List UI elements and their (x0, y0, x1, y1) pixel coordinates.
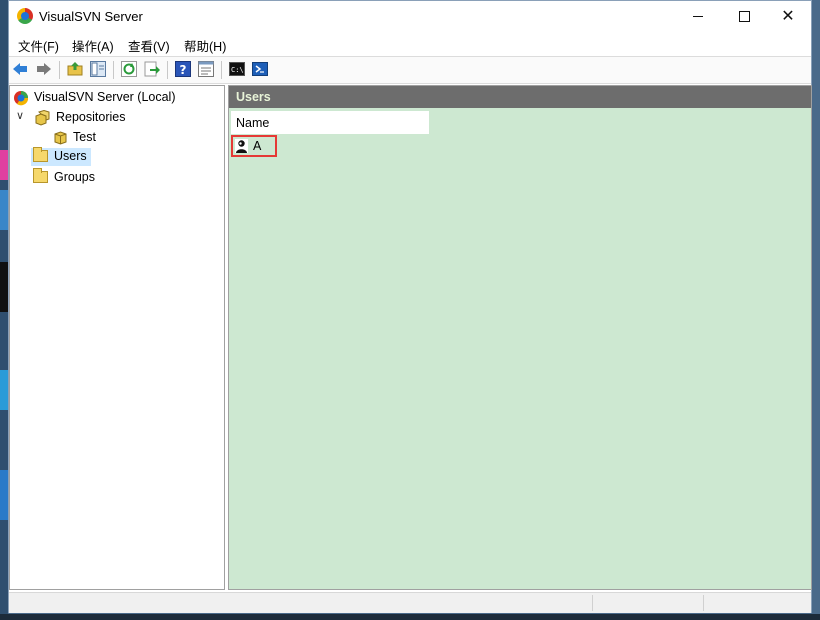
close-icon: ✕ (781, 8, 795, 25)
status-divider (592, 595, 593, 611)
folder-icon (33, 147, 48, 162)
forward-arrow-icon[interactable] (36, 61, 52, 77)
taskbar (0, 614, 820, 620)
visualsvn-logo-icon (17, 8, 33, 24)
tree-test-label: Test (73, 130, 96, 144)
user-row[interactable]: A (231, 135, 277, 157)
back-arrow-icon[interactable] (12, 61, 28, 77)
show-tree-icon[interactable] (90, 61, 106, 77)
console-icon[interactable]: C:\ (229, 61, 245, 77)
navigation-tree: VisualSVN Server (Local) ∨ Repositories … (9, 85, 225, 590)
visualsvn-server-icon (14, 91, 29, 106)
user-name: A (253, 139, 262, 153)
desktop-background (0, 0, 8, 620)
tree-root[interactable]: VisualSVN Server (Local) (13, 89, 218, 107)
refresh-icon[interactable] (121, 61, 137, 77)
column-header-name[interactable]: Name (231, 111, 429, 134)
tree-groups-label: Groups (54, 170, 95, 184)
window-title: VisualSVN Server (39, 9, 143, 24)
minimize-button[interactable] (675, 1, 721, 31)
up-folder-icon[interactable] (67, 61, 83, 77)
users-panel: Users Name A (228, 85, 812, 590)
menu-view[interactable]: 查看(V) (128, 36, 170, 55)
visualsvn-window: VisualSVN Server ✕ 文件(F) 操作(A) 查看(V) 帮助(… (8, 0, 812, 613)
status-divider (703, 595, 704, 611)
maximize-button[interactable] (721, 1, 767, 31)
tree-repositories-label: Repositories (56, 110, 126, 124)
tree-users-label: Users (54, 149, 87, 163)
maximize-icon (738, 10, 750, 22)
chevron-down-icon[interactable]: ∨ (16, 109, 24, 122)
tree-item-repositories[interactable]: ∨ Repositories (16, 109, 216, 127)
help-icon[interactable]: ? (175, 61, 191, 77)
menu-help[interactable]: 帮助(H) (184, 36, 226, 55)
panel-title: Users (229, 86, 811, 108)
menu-action[interactable]: 操作(A) (72, 36, 114, 55)
toolbar: ? C:\ (9, 56, 811, 84)
tree-item-groups[interactable]: Groups (31, 168, 111, 187)
tree-item-test[interactable]: Test (54, 129, 154, 147)
tree-item-users[interactable]: Users (31, 147, 91, 166)
export-icon[interactable] (144, 61, 160, 77)
status-bar (9, 592, 811, 613)
column-header-label: Name (236, 116, 270, 130)
menu-bar: 文件(F) 操作(A) 查看(V) 帮助(H) (9, 33, 811, 55)
menu-file[interactable]: 文件(F) (18, 36, 59, 55)
repositories-icon (35, 110, 50, 126)
tree-root-label: VisualSVN Server (Local) (34, 90, 176, 104)
close-button[interactable]: ✕ (765, 1, 811, 31)
title-bar: VisualSVN Server ✕ (9, 1, 811, 31)
repository-icon (54, 131, 67, 145)
svg-text:?: ? (180, 63, 187, 77)
minimize-icon (693, 15, 703, 17)
svg-text:C:\: C:\ (231, 66, 244, 74)
powershell-icon[interactable] (252, 61, 268, 77)
user-icon (235, 139, 248, 153)
folder-icon (33, 168, 48, 183)
properties-icon[interactable] (198, 61, 214, 77)
